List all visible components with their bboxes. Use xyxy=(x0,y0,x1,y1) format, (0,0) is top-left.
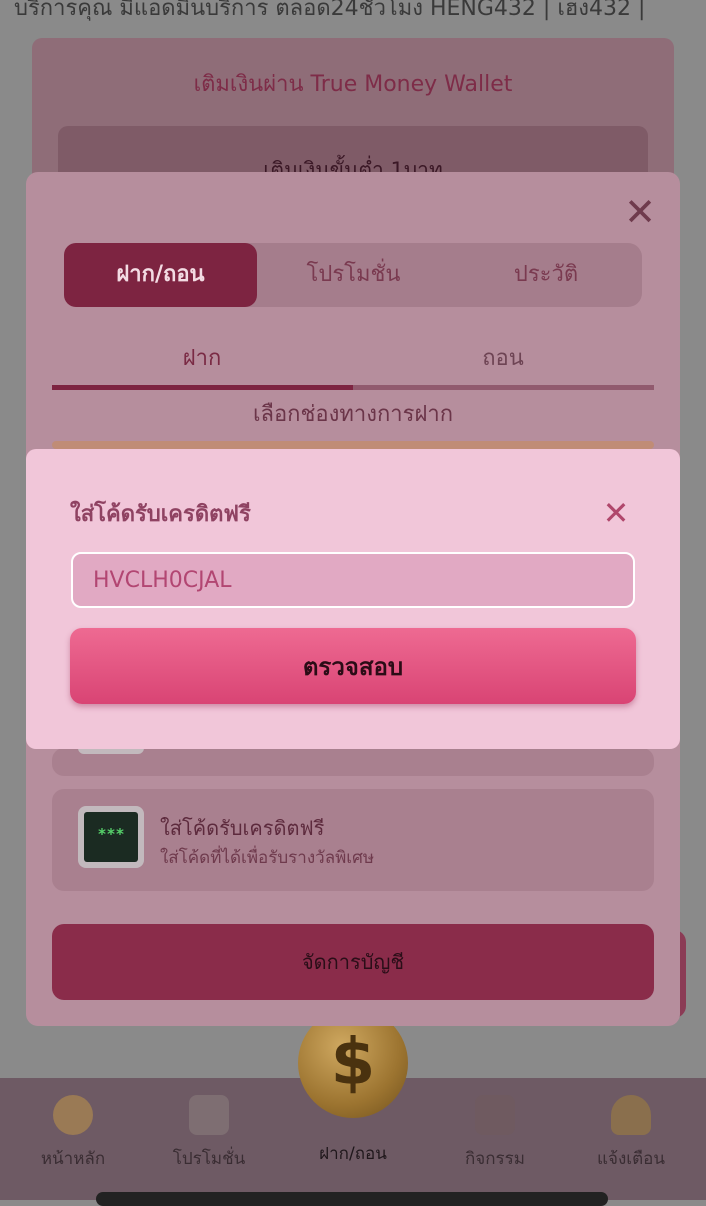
nav-item-label: กิจกรรม xyxy=(464,1149,525,1169)
nav-item-label: โปรโมชั่น xyxy=(172,1149,246,1169)
nav-item-activity[interactable]: กิจกรรม xyxy=(440,1095,550,1172)
verify-button[interactable]: ตรวจสอบ xyxy=(70,628,636,704)
home-indicator xyxy=(96,1192,608,1206)
nav-item-label: แจ้งเตือน xyxy=(597,1149,665,1169)
subtab-underline-active xyxy=(52,385,353,390)
choose-channel-label: เลือกช่องทางการฝาก xyxy=(252,402,454,427)
announcement-ticker: บริการคุณ มีแอดมินบริการ ตลอด24ชั่วโมง H… xyxy=(14,0,646,21)
main-tabs: ฝาก/ถอน โปรโมชั่น ประวัติ xyxy=(64,243,642,307)
free-credit-option-title: ใส่โค้ดรับเครดิตฟรี xyxy=(160,816,325,840)
megaphone-icon xyxy=(189,1095,229,1135)
tab-deposit-withdraw[interactable]: ฝาก/ถอน xyxy=(64,243,257,307)
nav-item-notification[interactable]: แจ้งเตือน xyxy=(576,1095,686,1172)
subtab-deposit[interactable]: ฝาก xyxy=(127,340,277,375)
nav-item-promotion[interactable]: โปรโมชั่น xyxy=(154,1095,264,1172)
calendar-icon xyxy=(475,1095,515,1135)
bell-icon xyxy=(611,1095,651,1135)
free-credit-option-subtitle: ใส่โค้ดที่ได้เพื่อรับรางวัลพิเศษ xyxy=(160,848,375,868)
nav-item-label: หน้าหลัก xyxy=(40,1149,106,1169)
terminal-icon: *** xyxy=(78,806,144,868)
tab-promotion[interactable]: โปรโมชั่น xyxy=(257,243,450,307)
modal-title: ใส่โค้ดรับเครดิตฟรี xyxy=(70,502,251,527)
tab-history[interactable]: ประวัติ xyxy=(450,243,642,307)
nav-item-deposit-withdraw[interactable]: ฝาก/ถอน xyxy=(298,1130,408,1167)
code-input[interactable] xyxy=(71,552,635,608)
truemoney-card-title: เติมเงินผ่าน True Money Wallet xyxy=(193,72,513,97)
coins-icon xyxy=(53,1095,93,1135)
manage-account-button[interactable]: จัดการบัญชี xyxy=(52,924,654,1000)
panel-close-icon[interactable]: ✕ xyxy=(620,192,660,232)
nav-item-label: ฝาก/ถอน xyxy=(319,1144,387,1164)
modal-close-icon[interactable]: ✕ xyxy=(598,494,634,532)
deposit-option-partial[interactable] xyxy=(52,441,654,449)
nav-item-home[interactable]: หน้าหลัก xyxy=(18,1095,128,1172)
subtab-withdraw[interactable]: ถอน xyxy=(428,340,578,375)
